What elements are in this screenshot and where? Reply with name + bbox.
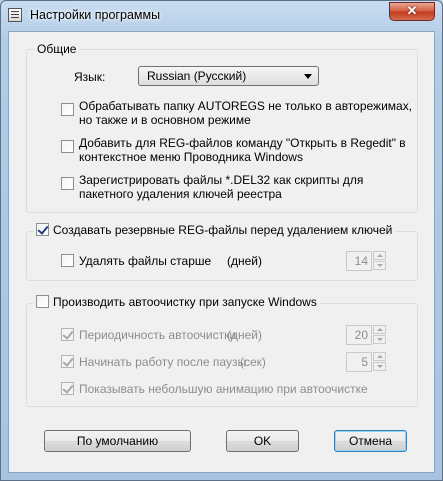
spin-down-icon[interactable]	[373, 261, 386, 270]
autoclean-checkbox[interactable]	[36, 295, 49, 308]
period-input[interactable]: 20	[346, 325, 372, 345]
settings-window: Настройки программы ✕ Общие Язык: Russia…	[0, 0, 443, 481]
delete-old-days-spinner[interactable]: 14	[346, 251, 387, 271]
option-autoregs-checkbox[interactable]	[61, 103, 74, 116]
delete-old-label[interactable]: Удалять файлы старше	[79, 254, 211, 268]
backup-label[interactable]: Создавать резервные REG-файлы перед удал…	[53, 223, 392, 237]
pause-input[interactable]: 5	[346, 352, 372, 372]
delete-old-unit: (дней)	[227, 254, 262, 268]
backup-checkbox[interactable]	[36, 223, 49, 236]
spin-up-icon[interactable]	[373, 251, 386, 260]
ok-button[interactable]: OK	[226, 430, 299, 452]
spin-down-icon[interactable]	[373, 362, 386, 371]
delete-old-days-input[interactable]: 14	[346, 251, 372, 271]
language-select-value: Russian (Русский)	[147, 69, 247, 83]
delete-old-checkbox[interactable]	[61, 254, 74, 267]
option-regedit-menu-checkbox[interactable]	[61, 140, 74, 153]
close-button[interactable]: ✕	[389, 2, 435, 21]
option-del32-checkbox[interactable]	[61, 177, 74, 190]
animation-checkbox[interactable]	[61, 382, 74, 395]
option-regedit-menu-label[interactable]: Добавить для REG-файлов команду "Открыть…	[79, 136, 406, 164]
autoclean-label[interactable]: Производить автоочистку при запуске Wind…	[53, 295, 317, 309]
spin-up-icon[interactable]	[373, 352, 386, 361]
autoclean-group-header: Производить автоочистку при запуске Wind…	[34, 295, 320, 309]
language-select[interactable]: Russian (Русский)	[138, 66, 319, 86]
app-icon	[8, 8, 22, 22]
dialog-body: Общие Язык: Russian (Русский) Обрабатыва…	[8, 31, 435, 473]
animation-label: Показывать небольшую анимацию при автооч…	[79, 382, 368, 396]
default-button[interactable]: По умолчанию	[44, 430, 191, 452]
general-group-title: Общие	[34, 42, 80, 56]
pause-unit: (сек)	[240, 355, 266, 369]
chevron-down-icon	[304, 74, 312, 79]
period-spinner[interactable]: 20	[346, 325, 387, 345]
spin-up-icon[interactable]	[373, 325, 386, 334]
pause-label: Начинать работу после паузы	[79, 355, 247, 369]
cancel-button[interactable]: Отмена	[334, 430, 407, 452]
title-bar[interactable]: Настройки программы ✕	[1, 1, 442, 31]
spin-down-icon[interactable]	[373, 335, 386, 344]
option-autoregs-label[interactable]: Обрабатывать папку AUTOREGS не только в …	[79, 99, 412, 127]
option-del32-label[interactable]: Зарегистрировать файлы *.DEL32 как скрип…	[79, 173, 363, 201]
period-label: Периодичность автоочистки	[79, 328, 237, 342]
general-group: Общие Язык: Russian (Русский) Обрабатыва…	[26, 42, 418, 213]
window-title: Настройки программы	[30, 8, 161, 22]
backup-group-header: Создавать резервные REG-файлы перед удал…	[34, 223, 396, 237]
period-checkbox[interactable]	[61, 328, 74, 341]
backup-group: Создавать резервные REG-файлы перед удал…	[26, 223, 418, 281]
autoclean-group: Производить автоочистку при запуске Wind…	[26, 295, 418, 407]
period-unit: (дней)	[227, 328, 262, 342]
language-label: Язык:	[74, 70, 106, 84]
pause-checkbox[interactable]	[61, 355, 74, 368]
pause-spinner[interactable]: 5	[346, 352, 387, 372]
